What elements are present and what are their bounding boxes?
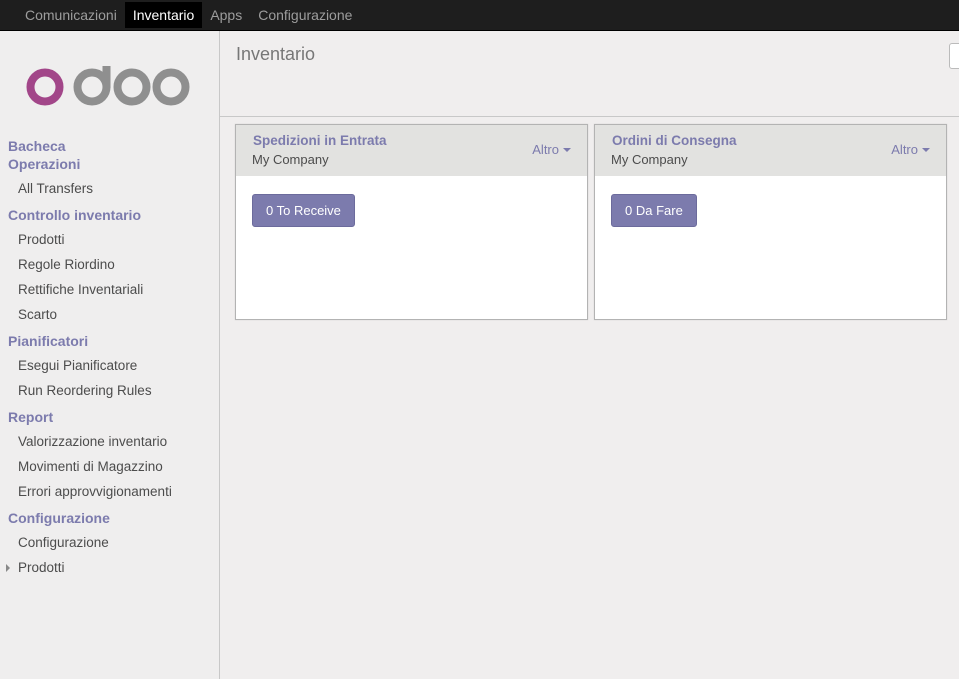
card-title[interactable]: Spedizioni in Entrata (253, 133, 387, 148)
sidebar-item-movimenti-di-magazzino[interactable]: Movimenti di Magazzino (0, 454, 219, 479)
more-label: Altro (532, 142, 559, 157)
more-dropdown[interactable]: Altro (891, 142, 930, 157)
card-company: My Company (252, 152, 329, 167)
menu-configurazione[interactable]: Configurazione (250, 2, 360, 28)
main-content: Inventario Spedizioni in Entrata My Comp… (220, 31, 959, 679)
menu-inventario[interactable]: Inventario (124, 2, 203, 28)
odoo-logo[interactable] (26, 60, 194, 113)
sidebar-nav: Bacheca Operazioni All Transfers Control… (0, 137, 219, 580)
da-fare-button[interactable]: 0 Da Fare (611, 194, 697, 227)
sidebar-section-controllo-inventario: Controllo inventario (8, 207, 141, 223)
kanban-card-delivery: Ordini di Consegna My Company Altro 0 Da… (594, 124, 947, 320)
sidebar-item-configurazione[interactable]: Configurazione (0, 530, 219, 555)
sidebar-item-run-reordering-rules[interactable]: Run Reordering Rules (0, 378, 219, 403)
card-header: Spedizioni in Entrata My Company Altro (236, 125, 587, 176)
search-box-edge[interactable] (949, 43, 959, 69)
more-label: Altro (891, 142, 918, 157)
sidebar-item-scarto[interactable]: Scarto (0, 302, 219, 327)
to-receive-button[interactable]: 0 To Receive (252, 194, 355, 227)
sidebar-section-bacheca[interactable]: Bacheca (0, 137, 219, 155)
page-title: Inventario (236, 44, 316, 64)
caret-right-icon (6, 564, 10, 572)
sidebar-item-regole-riordino[interactable]: Regole Riordino (0, 252, 219, 277)
caret-down-icon (563, 148, 571, 152)
top-navbar: Comunicazioni Inventario Apps Configuraz… (0, 0, 959, 31)
caret-down-icon (922, 148, 930, 152)
top-menu: Comunicazioni Inventario Apps Configuraz… (17, 2, 360, 28)
sidebar-item-valorizzazione-inventario[interactable]: Valorizzazione inventario (0, 429, 219, 454)
kanban-card-incoming: Spedizioni in Entrata My Company Altro 0… (235, 124, 588, 320)
sidebar-section-report: Report (8, 409, 54, 425)
card-title[interactable]: Ordini di Consegna (612, 133, 737, 148)
sidebar-section-pianificatori: Pianificatori (8, 333, 89, 349)
sidebar-section-operazioni[interactable]: Operazioni (0, 155, 219, 173)
sidebar-item-label: Prodotti (18, 560, 65, 575)
card-header: Ordini di Consegna My Company Altro (595, 125, 946, 176)
sidebar-item-rettifiche-inventariali[interactable]: Rettifiche Inventariali (0, 277, 219, 302)
sidebar-item-esegui-pianificatore[interactable]: Esegui Pianificatore (0, 353, 219, 378)
menu-comunicazioni[interactable]: Comunicazioni (17, 2, 125, 28)
sidebar: Bacheca Operazioni All Transfers Control… (0, 31, 220, 679)
control-panel: Inventario (220, 31, 959, 117)
more-dropdown[interactable]: Altro (532, 142, 571, 157)
sidebar-item-errori-approvvigionamenti[interactable]: Errori approvvigionamenti (0, 479, 219, 504)
menu-apps[interactable]: Apps (202, 2, 250, 28)
sidebar-item-prodotti[interactable]: Prodotti (0, 227, 219, 252)
sidebar-section-configurazione: Configurazione (8, 510, 110, 526)
sidebar-item-prodotti-config[interactable]: Prodotti (0, 555, 219, 580)
card-company: My Company (611, 152, 688, 167)
sidebar-item-all-transfers[interactable]: All Transfers (0, 176, 219, 201)
